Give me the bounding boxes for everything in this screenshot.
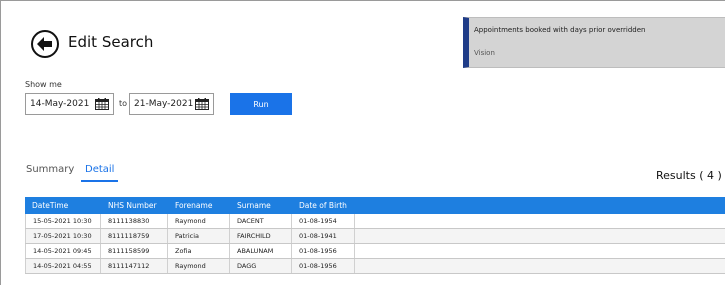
column-header-date-of-birth[interactable]: Date of Birth (292, 197, 355, 214)
from-date-value: 14-May-2021 (30, 99, 90, 109)
run-button[interactable]: Run (230, 93, 292, 115)
calendar-icon[interactable] (195, 98, 209, 110)
table-row[interactable]: 15-05-2021 10:30 8111138830 Raymond DACE… (25, 214, 725, 229)
cell-datetime: 17-05-2021 10:30 (25, 229, 101, 243)
cell-datetime: 15-05-2021 10:30 (25, 214, 101, 228)
table-header: DateTime NHS Number Forename Surname Dat… (25, 197, 725, 214)
cell-forename: Patricia (168, 229, 230, 243)
cell-datetime: 14-05-2021 09:45 (25, 244, 101, 258)
cell-nhs-number: 8111118759 (101, 229, 168, 243)
table-row[interactable]: 14-05-2021 09:45 8111158599 Zofia ABALUN… (25, 244, 725, 259)
cell-forename: Zofia (168, 244, 230, 258)
table-row[interactable]: 14-05-2021 04:55 8111147112 Raymond DAGG… (25, 259, 725, 274)
cell-surname: ABALUNAM (230, 244, 292, 258)
cell-datetime: 14-05-2021 04:55 (25, 259, 101, 273)
cell-date-of-birth: 01-08-1954 (292, 214, 355, 228)
column-header-surname[interactable]: Surname (230, 197, 292, 214)
table-row[interactable]: 17-05-2021 10:30 8111118759 Patricia FAI… (25, 229, 725, 244)
report-title: Appointments booked with days prior over… (474, 26, 646, 34)
cell-forename: Raymond (168, 259, 230, 273)
active-tab-indicator (81, 180, 118, 182)
arrow-left-icon (37, 37, 52, 51)
report-info-card: Appointments booked with days prior over… (463, 17, 725, 68)
cell-date-of-birth: 01-08-1941 (292, 229, 355, 243)
cell-nhs-number: 8111138830 (101, 214, 168, 228)
page-title: Edit Search (68, 33, 154, 51)
back-button[interactable] (31, 30, 59, 58)
cell-surname: DACENT (230, 214, 292, 228)
cell-nhs-number: 8111158599 (101, 244, 168, 258)
cell-nhs-number: 8111147112 (101, 259, 168, 273)
to-date-value: 21-May-2021 (134, 99, 194, 109)
results-table: DateTime NHS Number Forename Surname Dat… (25, 197, 725, 274)
cell-surname: FAIRCHILD (230, 229, 292, 243)
report-subtitle: Vision (474, 49, 495, 57)
to-date-field[interactable]: 21-May-2021 (129, 93, 214, 115)
cell-forename: Raymond (168, 214, 230, 228)
show-me-label: Show me (25, 80, 62, 89)
calendar-icon[interactable] (95, 98, 109, 110)
results-count: Results ( 4 ) (656, 169, 722, 182)
from-date-field[interactable]: 14-May-2021 (25, 93, 114, 115)
tab-summary[interactable]: Summary (26, 164, 74, 175)
column-header-forename[interactable]: Forename (168, 197, 230, 214)
cell-date-of-birth: 01-08-1956 (292, 244, 355, 258)
column-header-datetime[interactable]: DateTime (25, 197, 101, 214)
tab-detail[interactable]: Detail (85, 164, 114, 175)
cell-surname: DAGG (230, 259, 292, 273)
column-header-nhs-number[interactable]: NHS Number (101, 197, 168, 214)
to-label: to (119, 99, 128, 108)
cell-date-of-birth: 01-08-1956 (292, 259, 355, 273)
